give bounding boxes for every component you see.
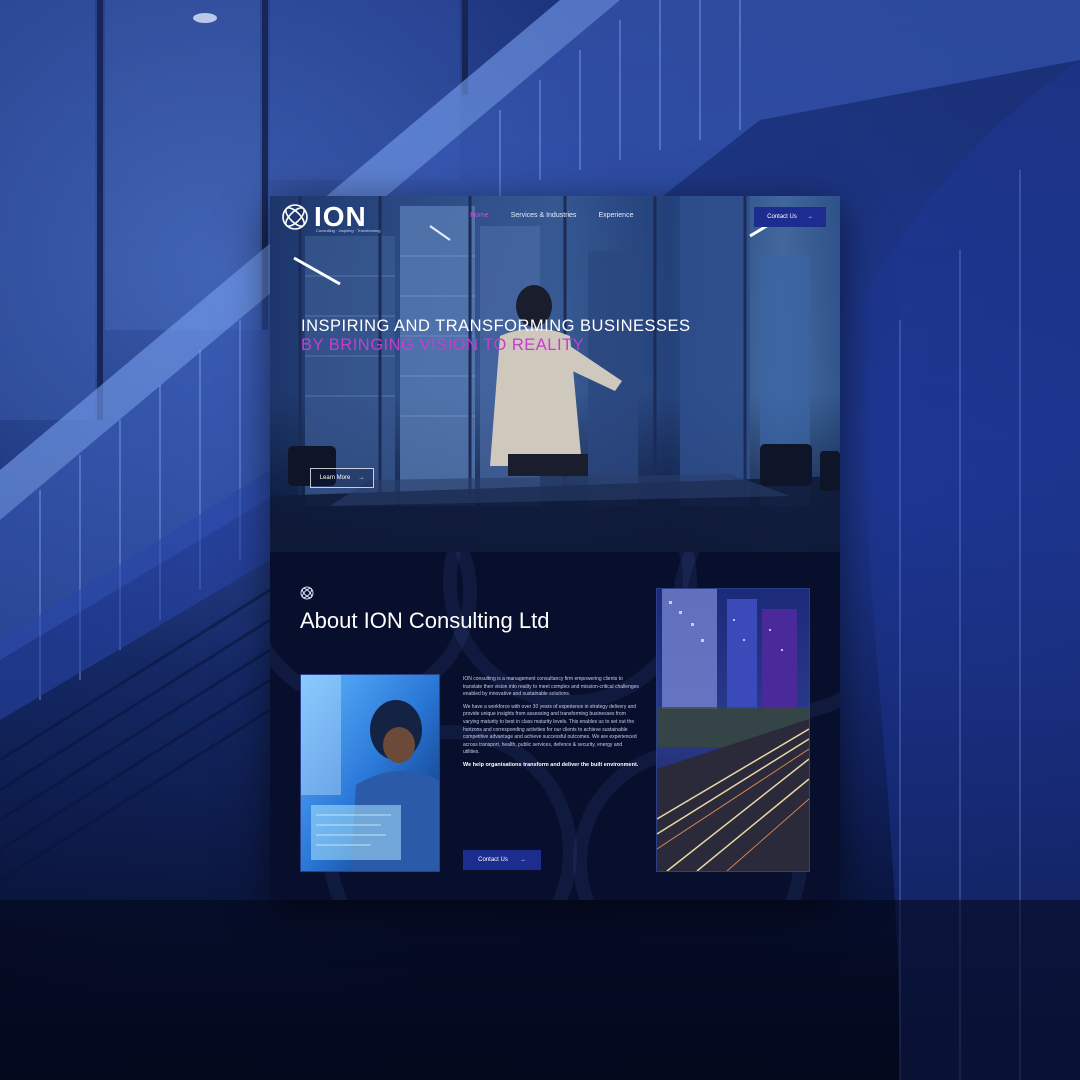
hero-photo xyxy=(270,196,840,552)
atom-logo-icon xyxy=(282,204,308,230)
hero-section: ION Consulting · Inspiring · Transformin… xyxy=(270,196,840,552)
hero-highlight: BY BRINGING VISION TO REALITY xyxy=(301,336,585,354)
atom-icon xyxy=(300,586,314,600)
city-highway-image xyxy=(657,589,809,871)
learn-more-button[interactable]: Learn More → xyxy=(310,468,374,488)
learn-more-label: Learn More xyxy=(319,475,351,481)
about-body: ION consulting is a management consultan… xyxy=(463,676,639,775)
about-paragraph: We have a workforce with over 30 years o… xyxy=(463,703,637,756)
nav-contact-label: Contact Us xyxy=(767,214,797,220)
team-photo xyxy=(300,674,440,872)
arrow-right-icon: → xyxy=(519,857,526,863)
nav-link-home[interactable]: Home xyxy=(470,212,489,219)
people-at-computer-image xyxy=(301,675,439,871)
about-paragraph: ION consulting is a management consultan… xyxy=(463,676,639,698)
nav-contact-button[interactable]: Contact Us → xyxy=(754,207,826,227)
nav-link-services[interactable]: Services & Industries xyxy=(511,212,577,219)
about-section: About ION Consulting Ltd ION consulting … xyxy=(270,552,840,900)
hero-headline: INSPIRING AND TRANSFORMING BUSINESSES xyxy=(301,317,691,335)
logo-tagline: Consulting · Inspiring · Transforming xyxy=(316,228,381,233)
website-mockup: ION Consulting · Inspiring · Transformin… xyxy=(270,196,840,900)
about-title: About ION Consulting Ltd xyxy=(300,608,550,633)
arrow-right-icon: → xyxy=(358,475,365,481)
about-closing: We help organisations transform and deli… xyxy=(463,761,639,768)
nav-link-experience[interactable]: Experience xyxy=(598,212,633,219)
contact-us-button[interactable]: Contact Us → xyxy=(463,850,541,870)
contact-us-label: Contact Us xyxy=(478,857,508,863)
logo-text: ION xyxy=(314,201,367,232)
main-nav: Home Services & Industries Experience xyxy=(470,212,633,219)
arrow-right-icon: → xyxy=(806,214,813,220)
city-photo xyxy=(656,588,810,872)
